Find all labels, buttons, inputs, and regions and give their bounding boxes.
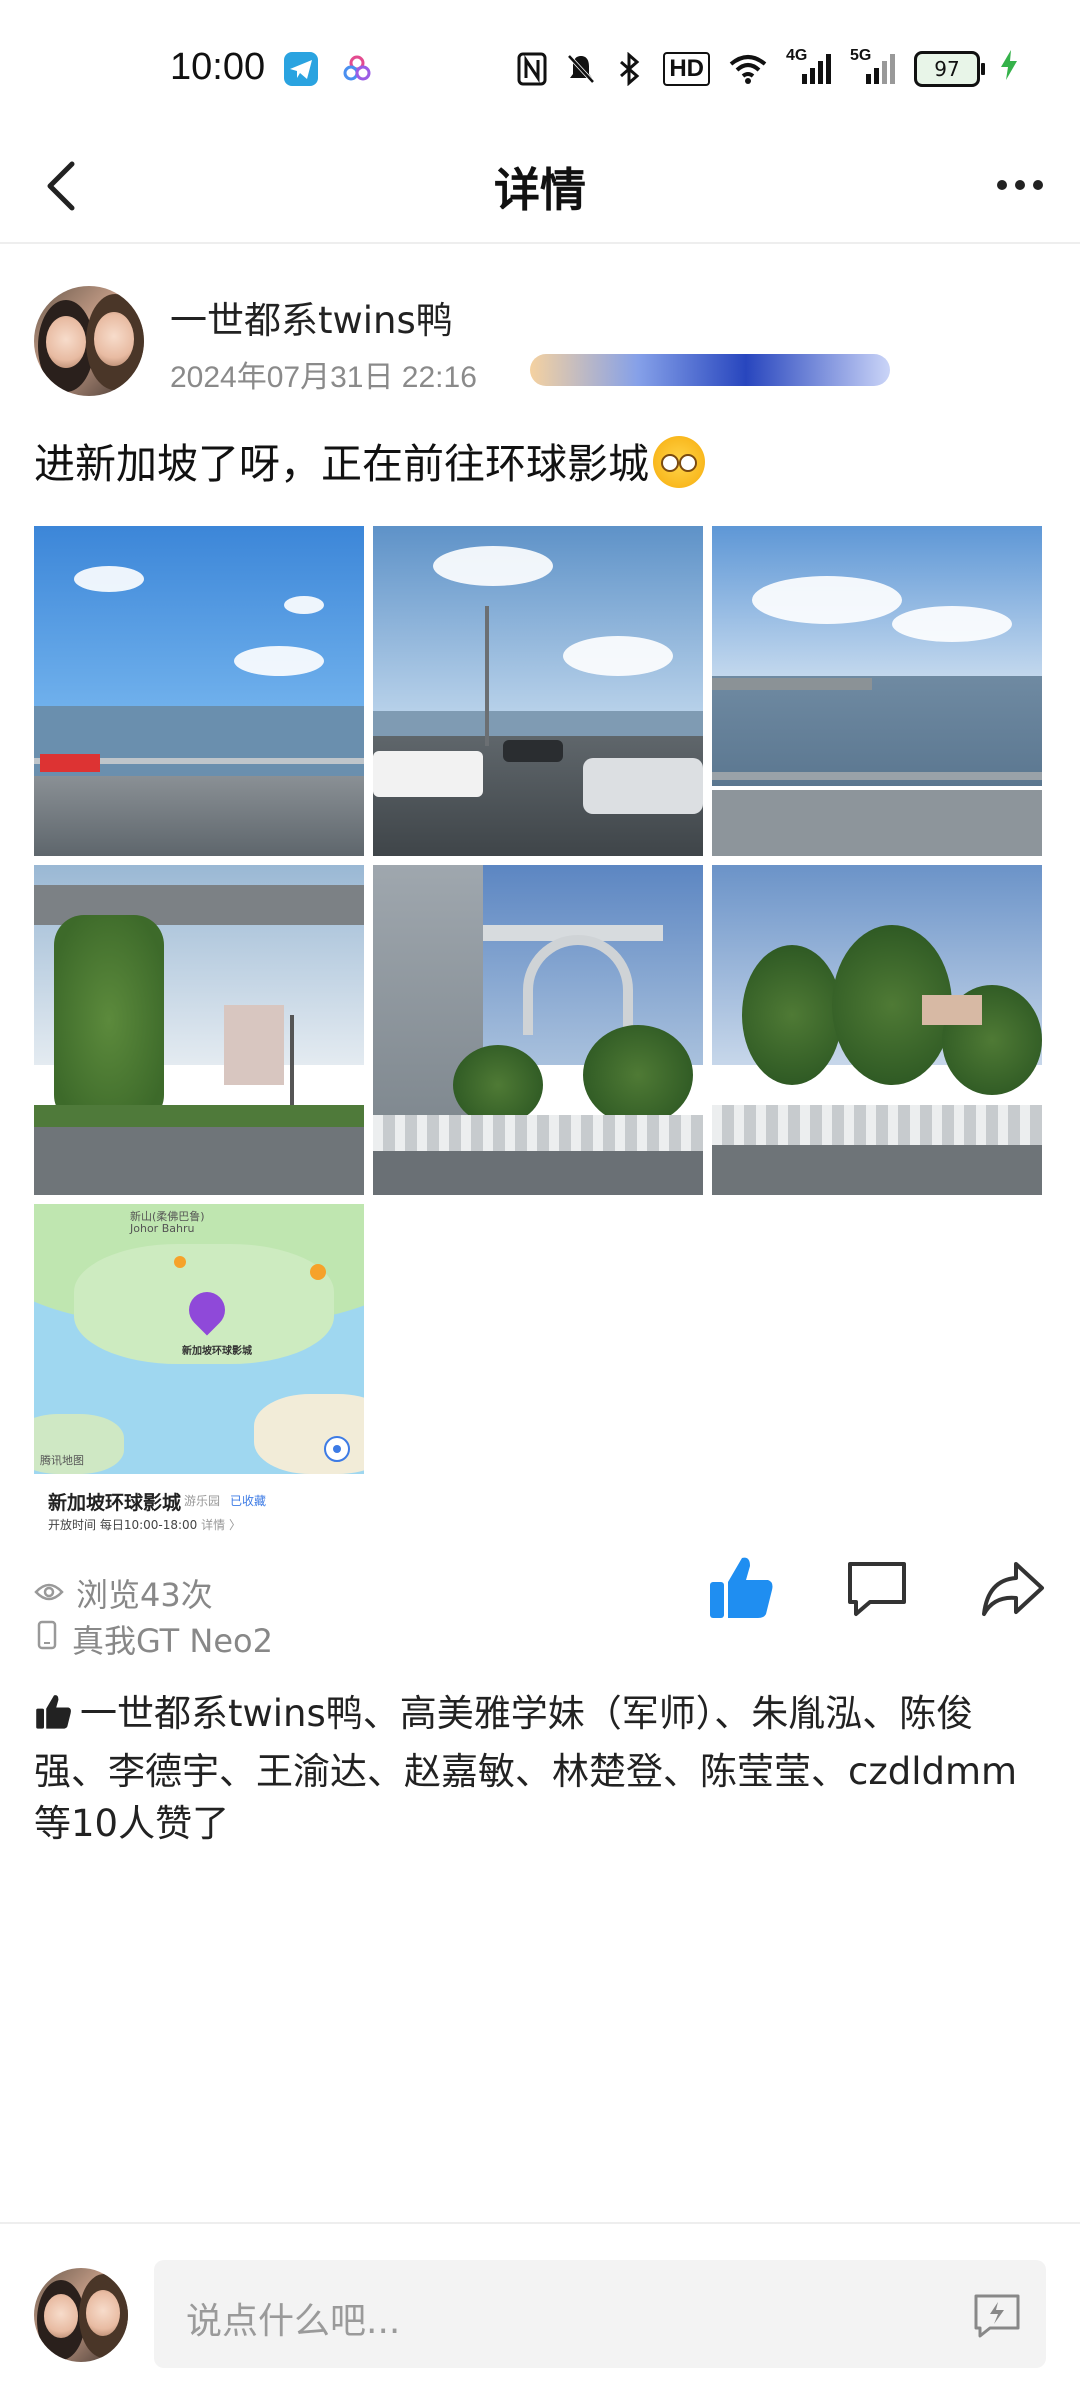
device-name: 真我GT Neo2 <box>72 1622 273 1660</box>
likes-text: 一世都系twins鸭、高美雅学妹（军师）、朱胤泓、陈俊强、李德宇、王渝达、赵嘉敏… <box>34 1692 1018 1845</box>
place-details-link[interactable]: 详情 〉 <box>201 1518 241 1532</box>
signal-4g-label: 4G <box>786 47 808 64</box>
post-photo-4[interactable] <box>34 865 364 1195</box>
mute-icon <box>565 51 597 87</box>
view-count: 浏览43次 <box>34 1570 213 1616</box>
map-label-en: Johor Bahru <box>130 1222 195 1235</box>
post-text: 进新加坡了呀，正在前往环球影城 <box>34 430 705 490</box>
map-brand-label: 腾讯地图 <box>40 1454 84 1467</box>
comment-button[interactable] <box>844 1556 910 1622</box>
decorative-banner <box>530 354 890 386</box>
telegram-icon <box>284 52 318 86</box>
locate-icon[interactable] <box>324 1436 350 1462</box>
post-photo-3[interactable] <box>712 526 1042 856</box>
my-avatar[interactable] <box>34 2268 128 2362</box>
comment-input-placeholder: 说点什么吧... <box>186 2301 401 2342</box>
battery-indicator: 97 <box>914 51 985 87</box>
page-title: 详情 <box>494 163 586 217</box>
place-category: 游乐园 <box>184 1494 221 1508</box>
device-info: 真我GT Neo2 <box>34 1616 273 1662</box>
comment-icon <box>848 1562 906 1616</box>
map-pin-label: 新加坡环球影城 <box>182 1346 252 1357</box>
pleading-face-emoji-icon <box>653 436 705 488</box>
eye-icon <box>34 1574 64 1612</box>
place-name: 新加坡环球影城 <box>48 1492 182 1514</box>
place-saved-tag: 已收藏 <box>230 1494 267 1508</box>
emoji-keyboard-icon[interactable] <box>972 2290 1022 2340</box>
app-notification-icon <box>340 52 374 86</box>
bluetooth-icon <box>615 51 645 87</box>
post-text-content: 进新加坡了呀，正在前往环球影城 <box>34 440 649 488</box>
signal-5g-icon: 5G <box>850 47 896 87</box>
place-hours-text: 开放时间 每日10:00-18:00 <box>48 1518 198 1532</box>
thumbs-up-small-icon <box>34 1692 74 1746</box>
signal-4g-icon: 4G <box>786 47 832 87</box>
phone-icon <box>34 1620 60 1658</box>
status-time: 10:00 <box>170 46 266 88</box>
map-view[interactable]: 新山(柔佛巴鲁) Johor Bahru 新加坡环球影城 腾讯地图 <box>34 1204 364 1474</box>
comment-input[interactable]: 说点什么吧... <box>154 2260 1046 2368</box>
location-map-card[interactable]: 新山(柔佛巴鲁) Johor Bahru 新加坡环球影城 腾讯地图 新加坡环球影… <box>34 1204 364 1538</box>
thumbs-up-icon <box>710 1557 773 1618</box>
post-photo-1[interactable] <box>34 526 364 856</box>
title-bar: 详情 <box>0 130 1080 244</box>
post-photo-2[interactable] <box>373 526 703 856</box>
signal-5g-label: 5G <box>850 47 872 64</box>
author-name[interactable]: 一世都系twins鸭 <box>170 290 453 344</box>
likes-list: 一世都系twins鸭、高美雅学妹（军师）、朱胤泓、陈俊强、李德宇、王渝达、赵嘉敏… <box>34 1688 1046 1850</box>
charging-icon <box>998 48 1020 90</box>
more-icon[interactable] <box>990 162 1050 208</box>
post-photo-5[interactable] <box>373 865 703 1195</box>
hd-icon: HD <box>663 52 710 86</box>
share-icon <box>982 1562 1044 1616</box>
wifi-icon <box>728 51 768 87</box>
like-button[interactable] <box>706 1552 778 1624</box>
status-bar: 10:00 HD 4G 5G 97 <box>0 0 1080 130</box>
post-photo-6[interactable] <box>712 865 1042 1195</box>
author-avatar[interactable] <box>34 286 144 396</box>
view-count-text: 浏览43次 <box>76 1576 213 1614</box>
share-button[interactable] <box>978 1554 1048 1624</box>
nfc-icon <box>517 51 547 87</box>
post-timestamp: 2024年07月31日 22:16 <box>170 361 477 394</box>
place-hours: 开放时间 每日10:00-18:00 详情 〉 <box>48 1516 241 1533</box>
comment-bar: 说点什么吧... <box>0 2222 1080 2402</box>
